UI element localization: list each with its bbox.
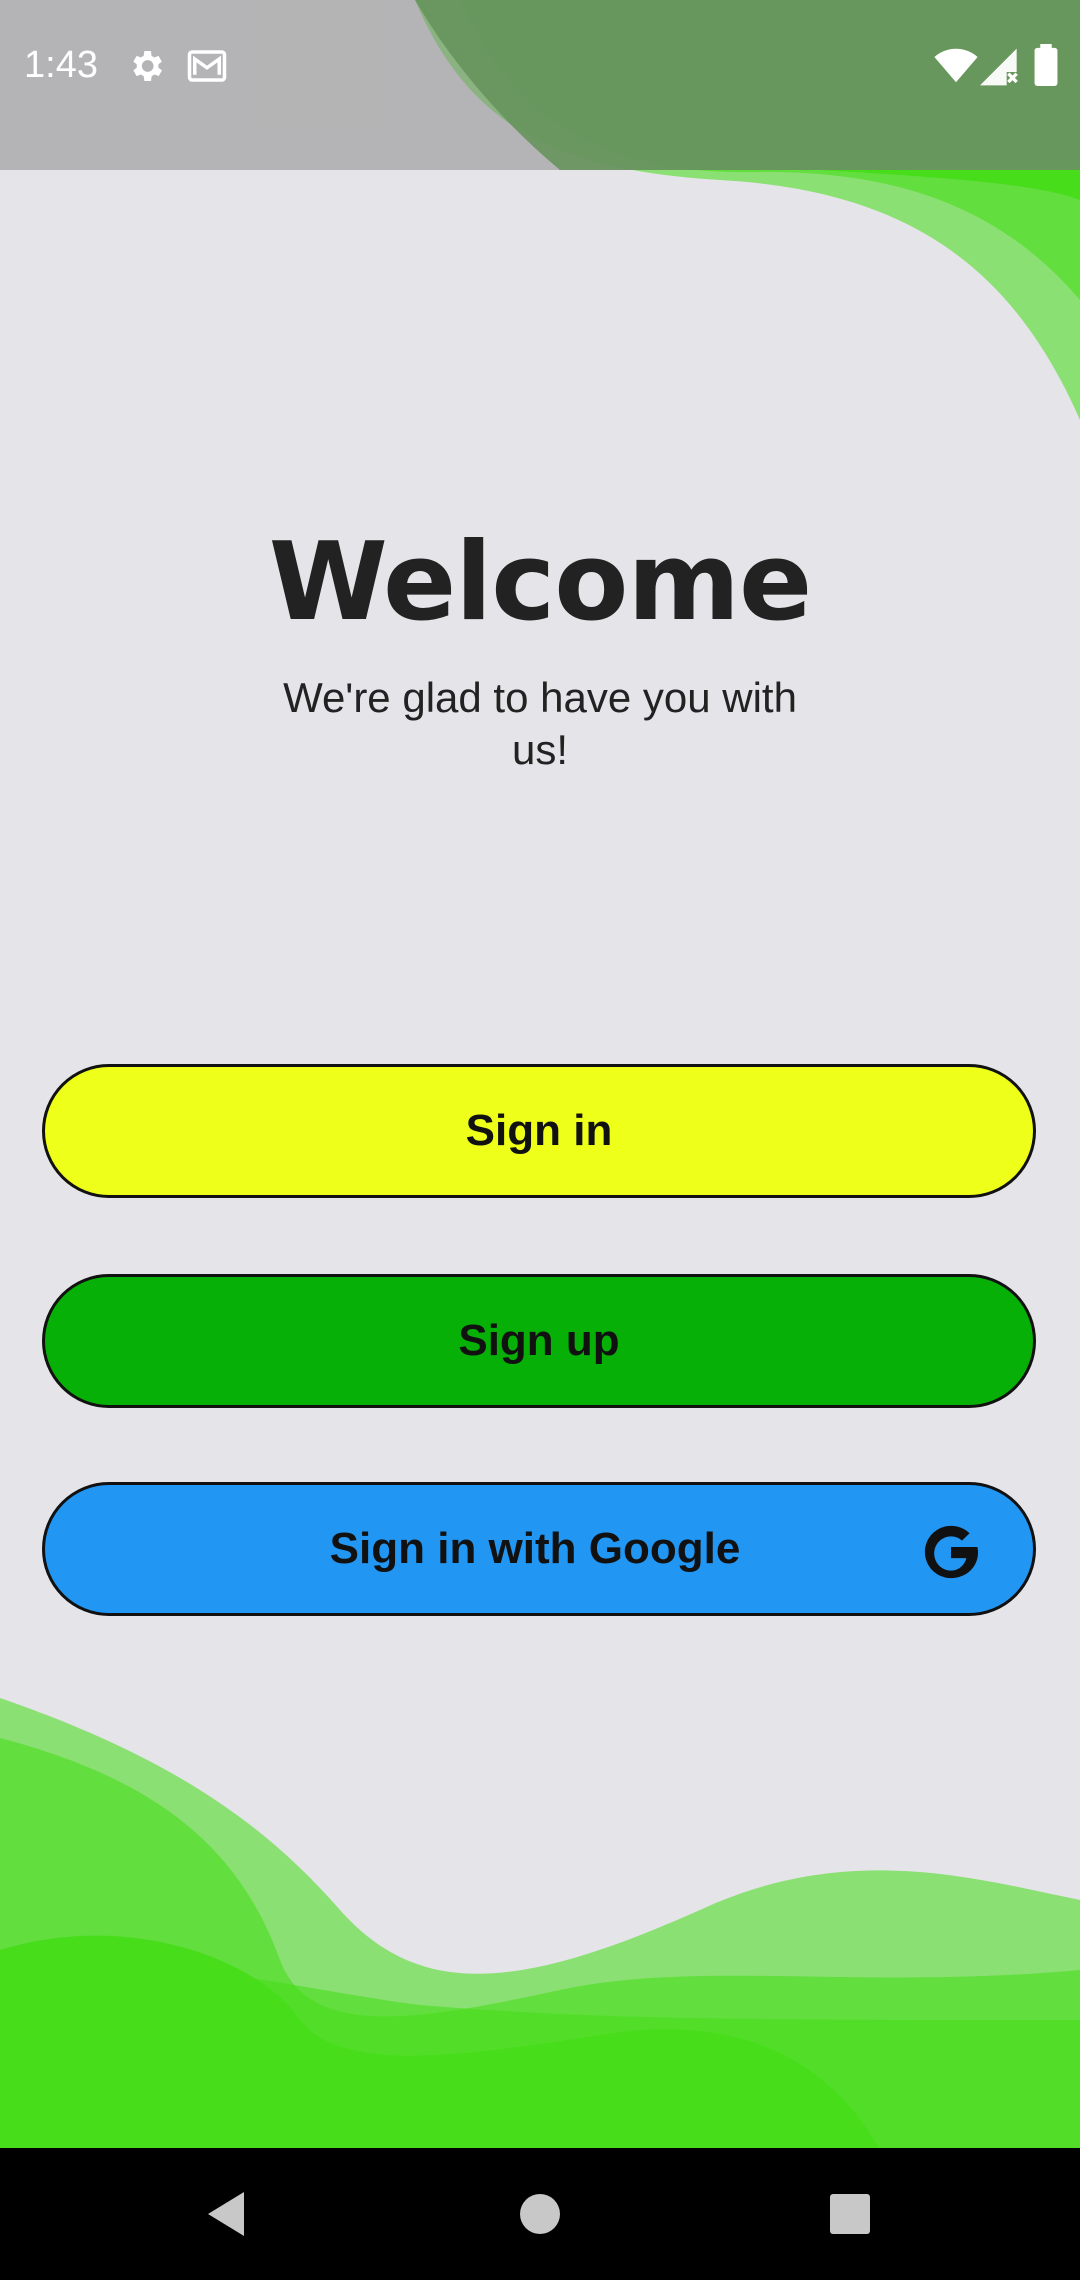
wifi-icon: [934, 48, 978, 83]
home-icon[interactable]: [510, 2184, 570, 2244]
settings-icon: [133, 51, 162, 81]
sign-up-button[interactable]: Sign up: [42, 1274, 1036, 1408]
welcome-title: Welcome: [268, 520, 813, 645]
gmail-icon: [187, 50, 227, 82]
welcome-subtitle: We're glad to have you with us!: [283, 674, 797, 773]
back-icon[interactable]: [196, 2184, 256, 2244]
recents-icon[interactable]: [820, 2184, 880, 2244]
battery-icon: [1034, 44, 1058, 86]
google-sign-in-label: Sign in with Google: [329, 1524, 741, 1573]
status-time: 1:43: [24, 44, 98, 86]
signal-icon: [980, 48, 1018, 86]
sign-in-label: Sign in: [465, 1106, 613, 1155]
sign-in-button[interactable]: Sign in: [42, 1064, 1036, 1198]
status-bar: 1:43: [0, 0, 1080, 170]
welcome-screen: 1:43 Welcome We're glad to have you with…: [0, 0, 1080, 2280]
google-icon: [924, 1525, 978, 1579]
bottom-wave-decoration: [0, 1698, 1080, 2150]
sign-up-label: Sign up: [458, 1316, 620, 1365]
navigation-bar: [0, 2148, 1080, 2280]
google-sign-in-button[interactable]: Sign in with Google: [42, 1482, 1036, 1616]
